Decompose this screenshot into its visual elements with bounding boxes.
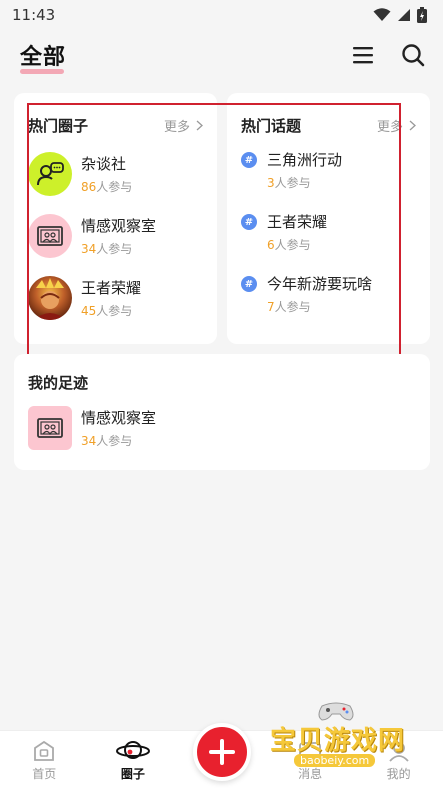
game-hero-avatar: [28, 276, 72, 320]
home-icon: [34, 740, 55, 761]
planet-icon: [115, 741, 150, 759]
more-label: 更多: [376, 119, 403, 135]
chevron-right-icon: [409, 120, 416, 130]
menu-icon: [353, 47, 373, 64]
hashtag-icon: #: [241, 214, 257, 230]
photo-frame-icon: [28, 406, 72, 450]
footprint-item[interactable]: 情感观察室 34人参与: [14, 406, 430, 450]
topic-count: 7人参与: [267, 300, 311, 314]
header: 全部: [0, 30, 443, 80]
circle-count: 45人参与: [81, 304, 133, 318]
page-title: 全部: [20, 39, 67, 74]
item-text: 情感观察室 34人参与: [81, 407, 156, 449]
circle-name: 王者荣耀: [81, 279, 142, 297]
footprint-title: 我的足迹: [28, 374, 89, 392]
hot-circles-more-link[interactable]: 更多: [164, 116, 203, 135]
chevron-right-icon: [196, 120, 203, 130]
message-icon: [299, 742, 321, 758]
topic-item[interactable]: # 三角洲行动 3人参与: [227, 149, 430, 211]
hot-circles-list: 杂谈社 86人参与 情感观察室 34人参与 王者荣耀 45人参与: [14, 143, 217, 329]
hot-circles-card: 热门圈子 更多 杂谈社 86人参与 情感观察室 34人参与 王者荣耀 45人参与: [14, 93, 217, 344]
topic-name: 今年新游要玩啥: [267, 275, 373, 293]
nav-mine-label: 我的: [386, 767, 411, 781]
battery-icon: [417, 7, 427, 23]
topic-item[interactable]: # 今年新游要玩啥 7人参与: [227, 273, 430, 335]
item-text: 王者荣耀 45人参与: [81, 277, 141, 319]
gamepad-icon: [318, 702, 354, 721]
nav-message-label: 消息: [298, 767, 323, 781]
nav-home-label: 首页: [32, 767, 57, 781]
footprint-count: 34人参与: [81, 434, 133, 448]
circle-item-qinggan[interactable]: 情感观察室 34人参与: [14, 205, 217, 267]
item-text: 今年新游要玩啥 7人参与: [267, 273, 372, 315]
hot-topics-card: 热门话题 更多 # 三角洲行动 3人参与 # 王者荣耀 6人参与 # 今年新游要…: [227, 93, 430, 344]
footprint-header: 我的足迹: [14, 354, 430, 394]
status-bar: 11:43: [0, 0, 443, 30]
menu-button[interactable]: [349, 41, 377, 69]
item-text: 杂谈社 86人参与: [81, 153, 132, 195]
hot-circles-title: 热门圈子: [28, 116, 89, 135]
nav-circle-label: 圈子: [120, 767, 145, 781]
nav-message[interactable]: 消息: [270, 740, 350, 782]
hot-topics-header: 热门话题 更多: [227, 93, 430, 135]
topic-item[interactable]: # 王者荣耀 6人参与: [227, 211, 430, 273]
plus-icon-vertical: [220, 739, 224, 765]
nav-home[interactable]: 首页: [4, 740, 84, 782]
page-title-text: 全部: [20, 45, 67, 70]
status-time: 11:43: [12, 6, 56, 24]
circle-item-zatanshe[interactable]: 杂谈社 86人参与: [14, 143, 217, 205]
user-icon: [389, 742, 409, 762]
hashtag-icon: #: [241, 152, 257, 168]
signal-icon: [398, 9, 410, 21]
nav-mine[interactable]: 我的: [359, 740, 439, 782]
chat-user-icon: [28, 152, 72, 196]
nav-circle[interactable]: 圈子: [93, 738, 173, 782]
photo-frame-icon: [28, 214, 72, 258]
item-text: 王者荣耀 6人参与: [267, 211, 327, 253]
search-icon: [402, 44, 425, 67]
footprint-name: 情感观察室: [81, 409, 157, 427]
add-post-button[interactable]: [193, 723, 251, 781]
circle-name: 杂谈社: [81, 155, 127, 173]
item-text: 情感观察室 34人参与: [81, 215, 156, 257]
hot-topics-more-link[interactable]: 更多: [377, 116, 416, 135]
more-label: 更多: [163, 119, 190, 135]
circle-item-wangzhe[interactable]: 王者荣耀 45人参与: [14, 267, 217, 329]
circle-count: 86人参与: [81, 180, 133, 194]
topic-count: 3人参与: [267, 176, 311, 190]
hot-topics-title: 热门话题: [241, 116, 302, 135]
topic-count: 6人参与: [267, 238, 311, 252]
wifi-icon: [373, 8, 391, 21]
topic-name: 王者荣耀: [267, 213, 328, 231]
hashtag-icon: #: [241, 276, 257, 292]
hot-topics-list: # 三角洲行动 3人参与 # 王者荣耀 6人参与 # 今年新游要玩啥 7人参与: [227, 149, 430, 335]
item-text: 三角洲行动 3人参与: [267, 149, 342, 191]
header-actions: [349, 41, 427, 69]
search-button[interactable]: [399, 41, 427, 69]
footprint-card: 我的足迹 情感观察室 34人参与: [14, 354, 430, 470]
circle-count: 34人参与: [81, 242, 133, 256]
topic-name: 三角洲行动: [267, 151, 343, 169]
circle-name: 情感观察室: [81, 217, 157, 235]
hot-circles-header: 热门圈子 更多: [14, 93, 217, 135]
status-icons: [373, 7, 427, 23]
